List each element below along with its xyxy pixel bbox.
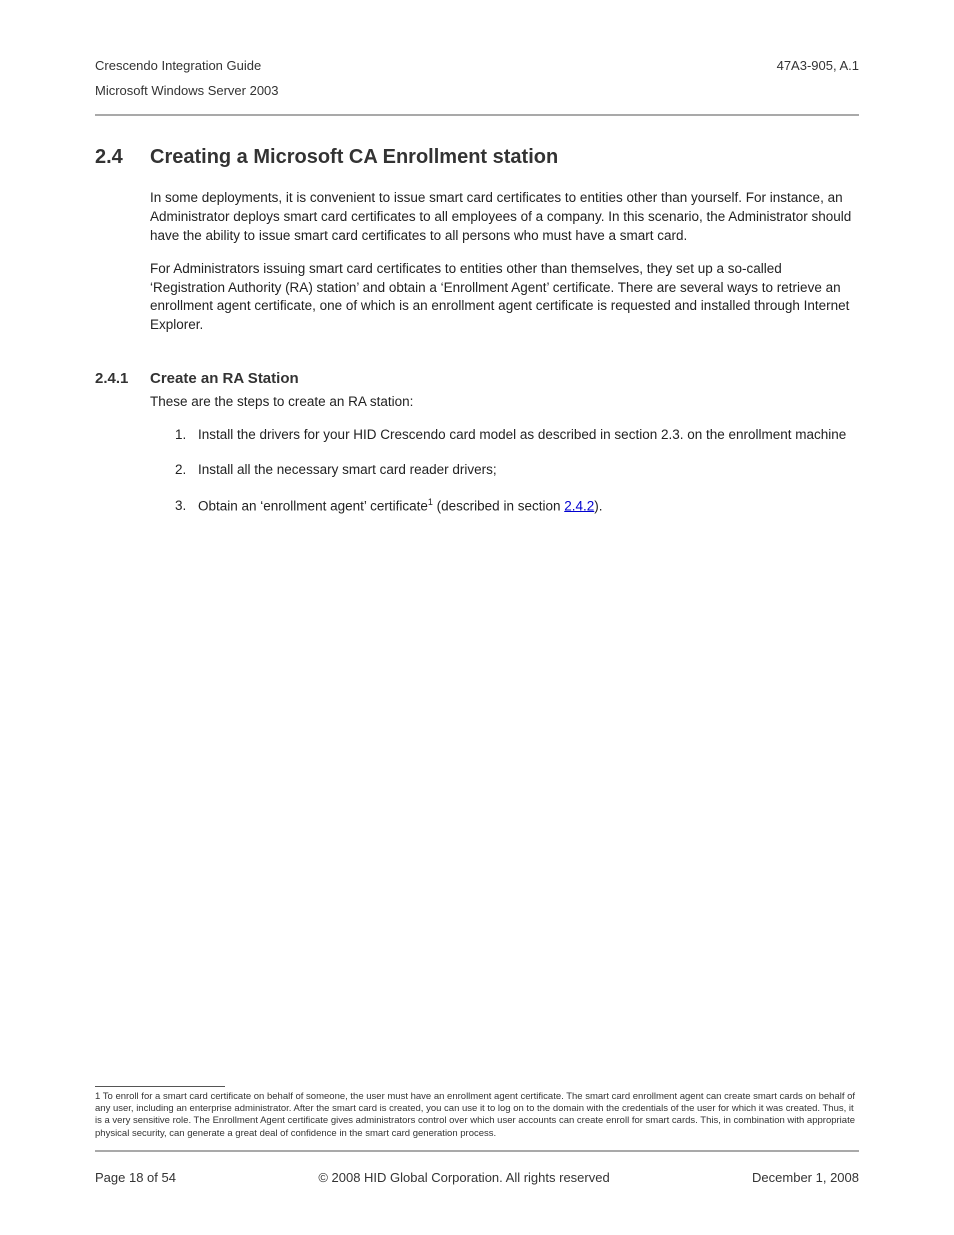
step-3-mid: (described in section — [433, 498, 564, 513]
step-2: Install all the necessary smart card rea… — [190, 461, 859, 480]
footnote-text: To enroll for a smart card certificate o… — [95, 1091, 855, 1139]
footer-date: December 1, 2008 — [752, 1170, 859, 1185]
section-title: Creating a Microsoft CA Enrollment stati… — [150, 146, 558, 169]
section-link-2-4-2[interactable]: 2.4.2 — [564, 498, 594, 513]
footnote-1: 1 To enroll for a smart card certificate… — [95, 1091, 859, 1140]
step-1: Install the drivers for your HID Crescen… — [190, 426, 859, 445]
page-header: Crescendo Integration Guide Microsoft Wi… — [95, 58, 859, 98]
footer-rule — [95, 1150, 859, 1152]
steps-list: Install the drivers for your HID Crescen… — [190, 426, 859, 516]
footer-copyright: © 2008 HID Global Corporation. All right… — [318, 1170, 609, 1185]
step-3-post: ). — [594, 498, 602, 513]
page-footer: Page 18 of 54 © 2008 HID Global Corporat… — [95, 1170, 859, 1185]
footnote-separator — [95, 1086, 225, 1087]
subsection-intro: These are the steps to create an RA stat… — [150, 393, 859, 412]
section-paragraph-1: In some deployments, it is convenient to… — [150, 189, 859, 246]
header-title: Crescendo Integration Guide — [95, 58, 279, 73]
header-doc-number: 47A3-905, A.1 — [777, 58, 859, 98]
step-3: Obtain an ‘enrollment agent’ certificate… — [190, 496, 859, 516]
section-paragraph-2: For Administrators issuing smart card ce… — [150, 260, 859, 336]
subsection-title: Create an RA Station — [150, 370, 299, 387]
subsection-number: 2.4.1 — [95, 370, 150, 387]
section-number: 2.4 — [95, 146, 150, 169]
header-rule — [95, 114, 859, 116]
step-3-pre: Obtain an ‘enrollment agent’ certificate — [198, 498, 428, 513]
section-heading: 2.4 Creating a Microsoft CA Enrollment s… — [95, 146, 859, 169]
header-subtitle: Microsoft Windows Server 2003 — [95, 83, 279, 98]
subsection-heading: 2.4.1 Create an RA Station — [95, 370, 859, 387]
footer-page-number: Page 18 of 54 — [95, 1170, 176, 1185]
